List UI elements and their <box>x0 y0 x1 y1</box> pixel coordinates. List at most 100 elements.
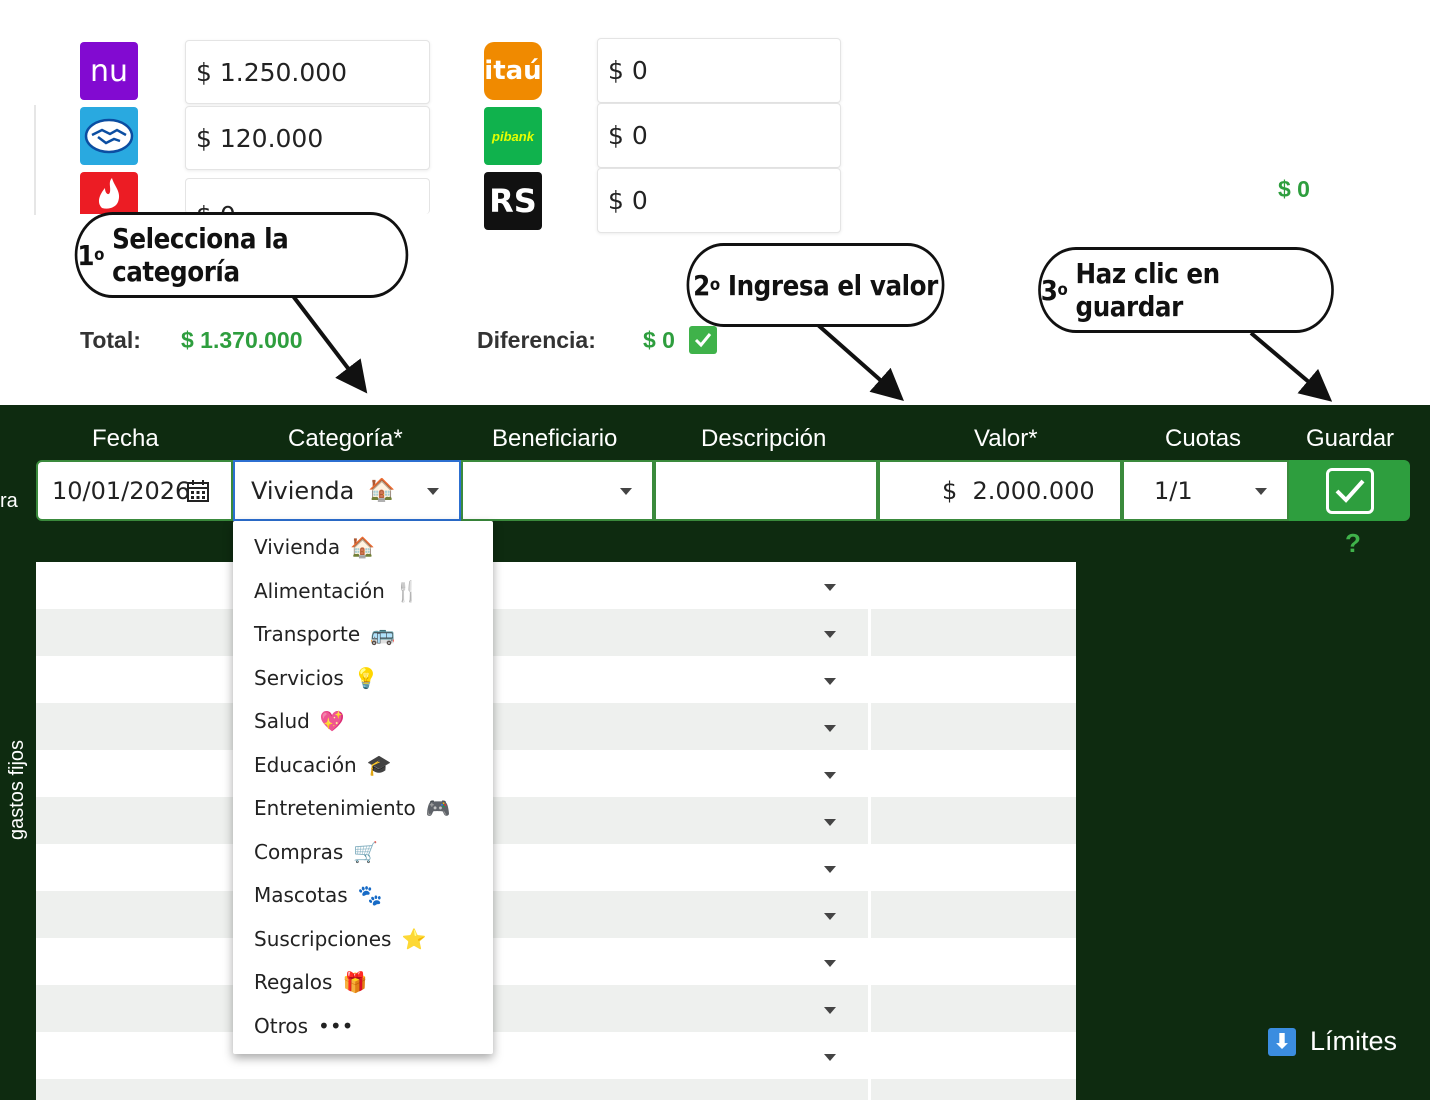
chevron-down-icon <box>1255 488 1267 495</box>
category-option[interactable]: Servicios 💡 <box>254 666 379 690</box>
table-row[interactable] <box>36 1032 1076 1079</box>
vertical-label: gastos fijos <box>6 739 28 840</box>
category-option[interactable]: Suscripciones ⭐ <box>254 927 426 951</box>
category-option-label: Otros <box>254 1013 309 1038</box>
chevron-down-icon[interactable] <box>824 631 836 638</box>
table-row[interactable] <box>36 938 1076 985</box>
table-row[interactable] <box>36 797 1076 844</box>
chevron-down-icon[interactable] <box>824 678 836 685</box>
category-option[interactable]: Salud 💖 <box>254 709 345 733</box>
category-option-label: Vivienda <box>254 535 341 559</box>
category-option[interactable]: Otros ••• <box>254 1014 353 1038</box>
chevron-down-icon <box>427 488 439 495</box>
category-option[interactable]: Entretenimiento 🎮 <box>254 796 451 820</box>
limits-button[interactable]: ⬇ Límites <box>1268 1026 1397 1057</box>
table-row[interactable] <box>36 1079 1076 1100</box>
table-row[interactable] <box>36 656 1076 703</box>
table-row[interactable] <box>36 703 1076 750</box>
gamepad-icon: 🎮 <box>425 796 451 820</box>
header-valor: Valor* <box>974 425 1038 452</box>
chevron-down-icon[interactable] <box>824 960 836 967</box>
callout-number: 2 <box>693 268 710 302</box>
category-option-label: Mascotas <box>254 883 348 907</box>
table-row[interactable] <box>36 985 1076 1032</box>
fork-knife-icon: 🍴 <box>394 578 420 603</box>
chevron-down-icon[interactable] <box>824 866 836 873</box>
save-button[interactable] <box>1289 460 1410 521</box>
value-amount: $ 2.000.000 <box>942 476 1095 505</box>
category-option[interactable]: Compras 🛒 <box>254 840 378 864</box>
graduation-cap-icon: 🎓 <box>366 752 392 777</box>
callout-text: Selecciona la categoría <box>112 222 289 288</box>
chevron-down-icon[interactable] <box>824 913 836 920</box>
arrow-step1 <box>291 294 368 394</box>
installments-value: 1/1 <box>1154 476 1193 505</box>
gift-icon: 🎁 <box>342 970 368 994</box>
chevron-down-icon[interactable] <box>824 725 836 732</box>
table-row[interactable] <box>36 562 1076 609</box>
callout-text: Ingresa el valor <box>727 268 938 302</box>
date-value: 10/01/2026 <box>52 476 191 505</box>
callout-number: 1 <box>77 238 95 272</box>
chevron-down-icon[interactable] <box>824 1054 836 1061</box>
arrow-step3 <box>1249 331 1333 402</box>
category-option-label: Suscripciones <box>254 926 392 951</box>
category-option-label: Transporte <box>254 622 361 646</box>
beneficiary-select[interactable] <box>461 460 654 521</box>
table-row[interactable] <box>36 844 1076 891</box>
category-option-label: Salud <box>254 709 310 733</box>
limits-label: Límites <box>1310 1026 1398 1056</box>
header-descripcion: Descripción <box>701 425 827 452</box>
header-cuotas: Cuotas <box>1165 425 1242 452</box>
table-row[interactable] <box>36 750 1076 797</box>
category-option-label: Educación <box>254 752 357 777</box>
cart-icon: 🛒 <box>353 839 379 864</box>
category-option[interactable]: Transporte 🚌 <box>254 622 395 646</box>
heart-icon: 💖 <box>319 709 345 733</box>
category-option[interactable]: Regalos 🎁 <box>254 970 367 994</box>
callout-step1: 1o Selecciona la categoría <box>74 212 409 298</box>
header-beneficiario: Beneficiario <box>492 425 618 452</box>
category-option[interactable]: Mascotas 🐾 <box>254 883 383 907</box>
chevron-down-icon[interactable] <box>824 819 836 826</box>
header-guardar: Guardar <box>1306 425 1395 452</box>
expenses-table <box>36 562 1076 1100</box>
category-select[interactable]: Vivienda 🏠 <box>233 460 461 521</box>
callout-ordinal: o <box>709 275 720 295</box>
lightbulb-icon: 💡 <box>353 665 379 690</box>
ellipsis-icon: ••• <box>318 1013 354 1038</box>
callout-number: 3 <box>1040 273 1058 307</box>
calendar-icon[interactable] <box>186 479 210 503</box>
category-option-label: Compras <box>254 839 344 864</box>
arrow-step2 <box>816 323 904 401</box>
checkbox-icon <box>1325 467 1374 514</box>
category-option-label: Alimentación <box>254 578 385 603</box>
chevron-down-icon[interactable] <box>824 772 836 779</box>
description-input[interactable] <box>654 460 878 521</box>
callout-step3: 3o Haz clic en guardar <box>1038 247 1334 333</box>
app-page: nu $ 1.250.000 $ 120.000 $ 0 itaú $ 0 pi… <box>0 0 1430 1100</box>
chevron-down-icon[interactable] <box>824 584 836 591</box>
bus-icon: 🚌 <box>370 622 396 646</box>
chevron-down-icon[interactable] <box>824 1007 836 1014</box>
category-option-label: Servicios <box>254 665 344 690</box>
paw-icon: 🐾 <box>357 883 383 907</box>
star-icon: ⭐ <box>401 926 427 951</box>
category-option[interactable]: Alimentación 🍴 <box>254 579 420 603</box>
category-option[interactable]: Vivienda 🏠 <box>254 535 375 559</box>
installments-select[interactable]: 1/1 <box>1122 460 1289 521</box>
category-option[interactable]: Educación 🎓 <box>254 753 392 777</box>
arrow-down-icon: ⬇ <box>1268 1027 1296 1056</box>
category-option-label: Entretenimiento <box>254 796 416 820</box>
callout-text: Haz clic en guardar <box>1075 257 1220 323</box>
value-input[interactable]: $ 2.000.000 <box>878 460 1122 521</box>
help-icon[interactable]: ? <box>1345 528 1361 559</box>
header-fecha: Fecha <box>92 425 159 452</box>
table-row[interactable] <box>36 609 1076 656</box>
category-value: Vivienda <box>251 476 355 505</box>
header-categoria: Categoría* <box>288 425 403 452</box>
table-row[interactable] <box>36 891 1076 938</box>
callout-ordinal: o <box>1057 280 1068 300</box>
house-icon: 🏠 <box>350 535 376 559</box>
date-input[interactable]: 10/01/2026 <box>36 460 233 521</box>
